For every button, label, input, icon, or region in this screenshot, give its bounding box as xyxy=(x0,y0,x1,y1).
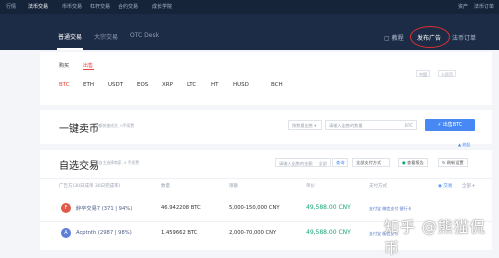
sell-toggle[interactable]: 出售 xyxy=(83,62,93,69)
coin-tab-bch[interactable]: BCH xyxy=(271,82,283,88)
coin-tab-husd[interactable]: HUSD xyxy=(233,82,249,88)
table-divider xyxy=(40,178,492,179)
col-header-advertiser: 广告方(30日成单 30日完成率) xyxy=(59,184,121,189)
payment-method-select[interactable]: 全部支付方式 xyxy=(352,158,390,167)
avatar: F xyxy=(61,203,71,213)
coin-tab-ht[interactable]: HT xyxy=(211,82,219,88)
col-header-payment: 支付方式 xyxy=(369,184,387,189)
coin-tab-ltc[interactable]: LTC xyxy=(187,82,196,88)
tutorial-link[interactable]: ▢ 教程 xyxy=(384,33,404,42)
self-trade-title: 自选交易 xyxy=(59,161,99,172)
buy-toggle[interactable]: 购买 xyxy=(59,62,69,69)
ad-price: 49,588.00 CNY xyxy=(306,204,351,211)
nav-item-fiat-orders[interactable]: 法币订单 xyxy=(474,3,494,10)
lightning-icon: ⚡ xyxy=(437,122,442,128)
coin-tab-xrp[interactable]: XRP xyxy=(162,82,173,88)
coin-tab-eos[interactable]: EOS xyxy=(137,82,148,88)
advertiser-name[interactable]: Acptnth (2987 | 98%) xyxy=(76,230,132,236)
nav-item-fiat-trade[interactable]: 法币交易 xyxy=(28,3,48,10)
coin-tab-usdt[interactable]: USDT xyxy=(108,82,123,88)
coin-tab-eth[interactable]: ETH xyxy=(83,82,94,88)
ad-amount: 46.942208 BTC xyxy=(161,205,201,211)
fiat-currency-select[interactable]: 人民币 xyxy=(438,70,456,77)
avatar: A xyxy=(61,228,71,238)
top-nav-bar: 行情 法币交易 币币交易 杠杆交易 合约交易 成长学院 资产 法币订单 xyxy=(0,0,499,14)
ad-limit: 5,000-150,000 CNY xyxy=(229,205,280,211)
tutorial-icon: ▢ xyxy=(384,35,392,42)
nav-item-assets[interactable]: 资产 xyxy=(458,3,468,10)
watermark: 知乎 @熊猫侃币 xyxy=(384,218,486,257)
merchant-report-button[interactable]: ● 查看报告 xyxy=(398,158,428,167)
self-trade-hint: 可自主选择商家, 0 手续费 xyxy=(95,160,140,165)
ad-price: 49,588.00 CNY xyxy=(306,229,351,236)
sell-underline xyxy=(83,69,94,70)
tab-normal-trade[interactable]: 普通交易 xyxy=(58,32,82,41)
quick-sell-hint: 小额快速成交, 0手续费 xyxy=(95,123,135,128)
nav-item-academy[interactable]: 成长学院 xyxy=(152,3,172,10)
coin-tab-btc[interactable]: BTC xyxy=(59,82,70,88)
advertiser-name[interactable]: 醉卒交易7 (371 | 94%) xyxy=(76,205,132,212)
collapse-link[interactable]: ▲ 收起 xyxy=(458,142,470,148)
nav-item-contract[interactable]: 合约交易 xyxy=(118,3,138,10)
tab-otc-desk[interactable]: OTC Desk xyxy=(130,32,159,39)
trade-panel xyxy=(40,52,492,105)
payment-methods: 支付宝 微信支付 银行卡 xyxy=(369,206,412,211)
ad-limit: 2,000-70,000 CNY xyxy=(229,230,277,236)
sell-mode-select[interactable]: 按数量出售 ▾ xyxy=(288,120,322,130)
sell-btc-button[interactable]: ⚡ 出售BTC xyxy=(425,119,475,131)
filter-amount-input[interactable]: 请输入出售的金额 全部 xyxy=(275,158,331,167)
nav-item-coin-trade[interactable]: 币币交易 xyxy=(62,3,82,10)
ad-amount: 1.459662 BTC xyxy=(161,230,198,236)
col-header-limit: 限额 xyxy=(229,184,238,189)
nav-item-margin[interactable]: 杠杆交易 xyxy=(90,3,110,10)
search-button[interactable]: 查询 xyxy=(332,158,349,167)
nav-item-market[interactable]: 行情 xyxy=(6,3,16,10)
country-select[interactable]: 中国 xyxy=(416,70,430,77)
refresh-settings-button[interactable]: ↻ 刷新设置 xyxy=(438,158,468,167)
sell-amount-input[interactable]: 请输入出售的数量 BTC xyxy=(325,120,417,130)
chevron-down-icon: ▾ xyxy=(314,123,317,128)
col-header-amount: 数量 xyxy=(161,184,170,189)
col-header-price: 单价 xyxy=(306,184,315,189)
trade-filter[interactable]: ◉ 交易 xyxy=(438,183,452,189)
quick-sell-title: 一键卖币 xyxy=(59,124,99,135)
fiat-orders-link[interactable]: 法币订单 xyxy=(452,33,476,42)
highlight-circle xyxy=(410,26,450,48)
active-tab-underline xyxy=(57,48,83,50)
all-filter[interactable]: 全部 ▾ xyxy=(462,183,475,189)
tab-block-trade[interactable]: 大宗交易 xyxy=(94,32,118,41)
